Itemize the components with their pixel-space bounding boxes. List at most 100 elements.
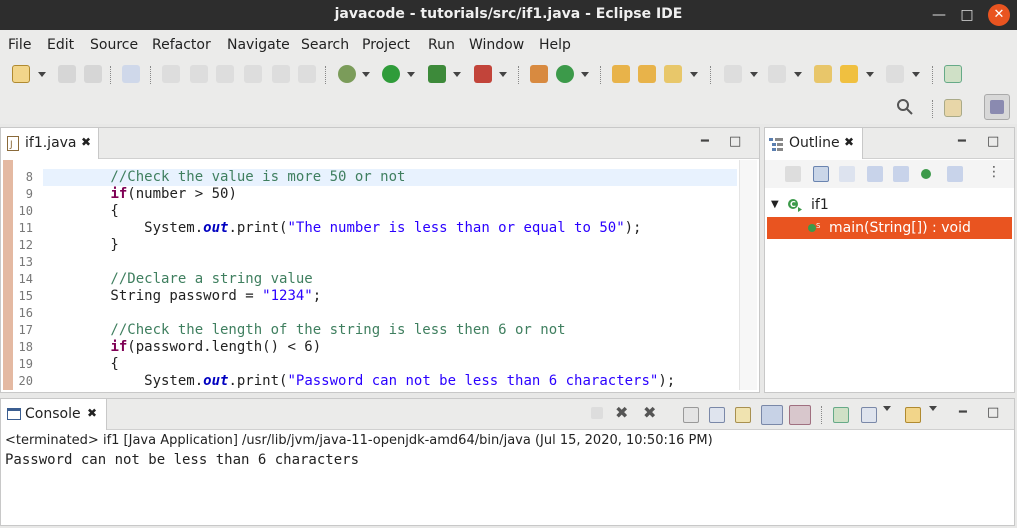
tab-if1-java[interactable]: J if1.java ✖ [1,128,99,159]
coverage-icon[interactable] [428,65,446,83]
focus-icon[interactable] [785,166,801,182]
terminate-icon[interactable] [591,407,603,419]
tab-console[interactable]: Console ✖ [1,399,107,430]
menu-edit[interactable]: Edit [47,37,74,53]
tab-outline[interactable]: Outline ✖ [765,128,863,159]
tree-item-class[interactable]: ▼ C if1 [765,194,1014,216]
close-icon[interactable]: ✖ [81,135,91,149]
debug-dropdown-icon[interactable] [362,72,370,77]
console-output-area[interactable]: <terminated> if1 [Java Application] /usr… [5,433,1010,468]
code-line: if(number > 50) [43,186,737,203]
minimize-icon[interactable]: ━ [958,134,966,149]
menu-run[interactable]: Run [428,37,455,53]
external-tools-icon[interactable] [474,65,492,83]
prev-edit-icon[interactable] [768,65,786,83]
maximize-icon[interactable]: □ [987,134,999,149]
back-dropdown-icon[interactable] [866,72,874,77]
code-text: //Check the length of the string is less… [43,322,566,338]
menu-help[interactable]: Help [539,37,571,53]
menu-refactor[interactable]: Refactor [152,37,211,53]
close-icon[interactable]: ✖ [844,135,854,149]
new-dropdown-icon[interactable] [38,72,46,77]
new-java-package-icon[interactable] [530,65,548,83]
run-icon[interactable] [382,65,400,83]
external-tools-dropdown-icon[interactable] [499,72,507,77]
code-text: String password = "1234"; [43,288,322,304]
menu-file[interactable]: File [8,37,31,53]
display-console-dropdown-icon[interactable] [883,406,891,411]
coverage-dropdown-icon[interactable] [453,72,461,77]
maximize-window-button[interactable]: □ [956,4,978,26]
code-editor[interactable]: //Check the value is more 50 or not if(n… [43,160,737,390]
word-wrap-icon[interactable] [735,407,751,423]
new-icon[interactable] [12,65,30,83]
menu-navigate[interactable]: Navigate [227,37,290,53]
show-on-stderr-icon[interactable] [789,405,811,425]
menu-search[interactable]: Search [301,37,349,53]
code-line: { [43,356,737,373]
outline-icon [769,138,783,151]
title-bar: javacode - tutorials/src/if1.java - Ecli… [0,0,1017,30]
run-dropdown-icon[interactable] [407,72,415,77]
last-edit-location-icon[interactable] [814,65,832,83]
close-icon[interactable]: ✖ [87,406,97,420]
new-class-dropdown-icon[interactable] [581,72,589,77]
menu-window[interactable]: Window [469,37,524,53]
view-menu-icon[interactable]: ⋮ [987,164,1001,180]
scroll-lock-icon[interactable] [709,407,725,423]
search-dropdown-icon[interactable] [690,72,698,77]
remove-launch-icon[interactable]: ✖ [615,403,628,422]
close-window-button[interactable]: ✕ [988,4,1010,26]
open-perspective-icon[interactable] [944,99,962,117]
remove-all-icon[interactable]: ✖ [643,403,656,422]
collapse-all-icon[interactable] [813,166,829,182]
save-icon[interactable] [58,65,76,83]
maximize-icon[interactable]: □ [987,405,999,420]
minimize-window-button[interactable]: — [928,4,950,26]
pin-editor-icon[interactable] [944,65,962,83]
debug-icon[interactable] [338,65,356,83]
hide-non-public-icon[interactable] [921,169,931,179]
sort-icon[interactable] [839,166,855,182]
open-task-icon[interactable] [638,65,656,83]
menu-project[interactable]: Project [362,37,410,53]
expand-arrow-icon[interactable]: ▼ [771,194,779,216]
hide-static-icon[interactable] [893,166,909,182]
code-line: System.out.print("Password can not be le… [43,373,737,390]
annotation-dropdown-icon[interactable] [750,72,758,77]
line-number: 18 [18,340,33,354]
maximize-icon[interactable]: □ [729,134,741,149]
back-icon[interactable] [840,65,858,83]
show-on-stdout-icon[interactable] [761,405,783,425]
block-selection-icon[interactable] [244,65,262,83]
search-tool-icon[interactable] [664,65,682,83]
skip-breakpoints-icon[interactable] [122,65,140,83]
tree-item-method[interactable]: S main(String[]) : void [767,217,1012,239]
minimize-icon[interactable]: ━ [701,134,709,149]
next-annotation-icon[interactable] [190,65,208,83]
forward-icon[interactable] [886,65,904,83]
minimize-icon[interactable]: ━ [959,405,967,420]
open-console-dropdown-icon[interactable] [929,406,937,411]
prev-annotation-icon[interactable] [216,65,234,83]
save-all-icon[interactable] [84,65,102,83]
paragraph-icon[interactable] [298,65,316,83]
prev-edit-dropdown-icon[interactable] [794,72,802,77]
open-type-icon[interactable] [612,65,630,83]
hide-local-types-icon[interactable] [947,166,963,182]
pin-console-icon[interactable] [833,407,849,423]
toggle-mark-icon[interactable] [162,65,180,83]
search-icon[interactable] [896,98,914,116]
forward-dropdown-icon[interactable] [912,72,920,77]
annotation-icon[interactable] [724,65,742,83]
java-perspective-button[interactable] [984,94,1010,120]
code-line: //Declare a string value [43,271,737,288]
show-whitespace-icon[interactable] [272,65,290,83]
clear-console-icon[interactable] [683,407,699,423]
editor-scrollbar[interactable] [739,160,757,390]
display-console-icon[interactable] [861,407,877,423]
new-java-class-icon[interactable] [556,65,574,83]
open-console-icon[interactable] [905,407,921,423]
hide-fields-icon[interactable] [867,166,883,182]
menu-source[interactable]: Source [90,37,138,53]
